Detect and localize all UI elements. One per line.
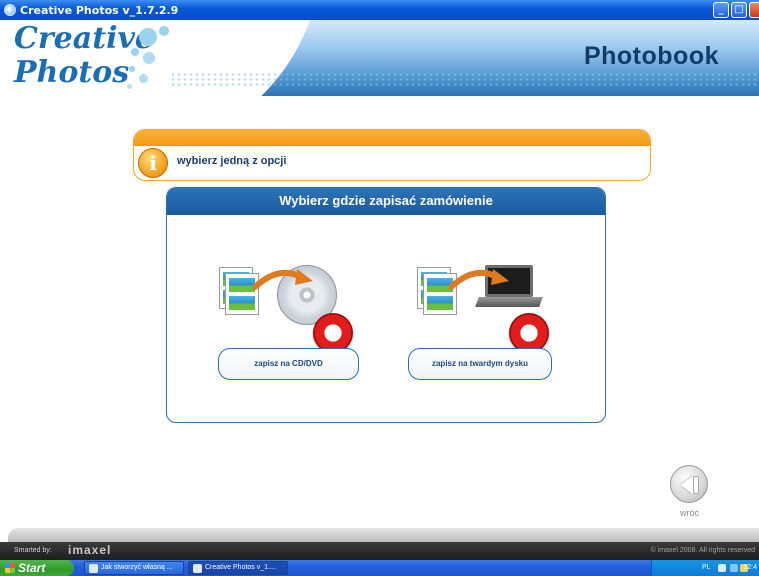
lifebuoy-icon — [509, 313, 549, 353]
save-location-panel: Wybierz gdzie zapisać zamówienie zapisz … — [166, 187, 606, 423]
info-message: wybierz jedną z opcji — [177, 155, 287, 167]
window-titlebar: Creative Photos v_1.7.2.9 _ □ — [0, 0, 759, 20]
save-to-cd-button[interactable]: zapisz na CD/DVD — [218, 348, 359, 380]
system-tray: PL 12:4 — [651, 560, 759, 576]
windows-flag-icon — [5, 563, 15, 573]
logo-bubbles-icon — [125, 26, 185, 92]
taskbar-item-browser[interactable]: Jak stworzyć własną ... — [84, 561, 184, 575]
maximize-button[interactable]: □ — [731, 2, 747, 18]
back-arrow-icon — [680, 476, 693, 494]
header-dots — [170, 72, 759, 86]
tray-icon[interactable] — [730, 564, 738, 572]
clock: 12:4 — [743, 564, 757, 571]
window-title: Creative Photos v_1.7.2.9 — [20, 3, 179, 17]
panel-title: Wybierz gdzie zapisać zamówienie — [167, 188, 605, 214]
arrow-icon — [253, 269, 313, 290]
windows-taskbar: Start Jak stworzyć własną ... Creative P… — [0, 560, 759, 576]
arrow-icon — [449, 269, 509, 290]
window-controls: _ □ — [713, 2, 759, 18]
save-to-hdd-button[interactable]: zapisz na twardym dysku — [408, 348, 552, 380]
close-button[interactable] — [749, 2, 759, 18]
start-button[interactable]: Start — [0, 560, 74, 576]
info-bar-header — [134, 130, 650, 146]
product-title: Photobook — [583, 42, 719, 70]
info-bar: i wybierz jedną z opcji — [133, 129, 651, 181]
tray-icon[interactable] — [718, 564, 726, 572]
app-header: Creative Photos Photobook — [0, 20, 759, 96]
taskbar-item-creative-photos[interactable]: Creative Photos v_1.... — [188, 561, 288, 575]
hdd-option-graphic[interactable] — [417, 259, 549, 353]
panel-body: zapisz na CD/DVD zapisz na twardym dysku — [167, 214, 605, 422]
app-icon — [193, 564, 202, 573]
footer-band — [8, 528, 759, 542]
start-label: Start — [18, 561, 46, 575]
info-icon: i — [138, 148, 168, 178]
app-statusbar: Smarted by: imaxel © imaxel 2008. All ri… — [0, 542, 759, 560]
lifebuoy-icon — [313, 313, 353, 353]
copyright-text: © imaxel 2008. All rights reserved — [650, 547, 755, 554]
minimize-button[interactable]: _ — [713, 2, 729, 18]
imaxel-logo: imaxel — [68, 543, 112, 557]
cd-option-graphic[interactable] — [219, 259, 353, 353]
back-button[interactable] — [670, 465, 708, 503]
back-label[interactable]: wróć — [680, 508, 699, 518]
browser-icon — [89, 564, 98, 573]
smarted-by-label: Smarted by: — [14, 547, 52, 554]
language-indicator[interactable]: PL — [702, 560, 711, 576]
app-icon — [4, 4, 16, 16]
